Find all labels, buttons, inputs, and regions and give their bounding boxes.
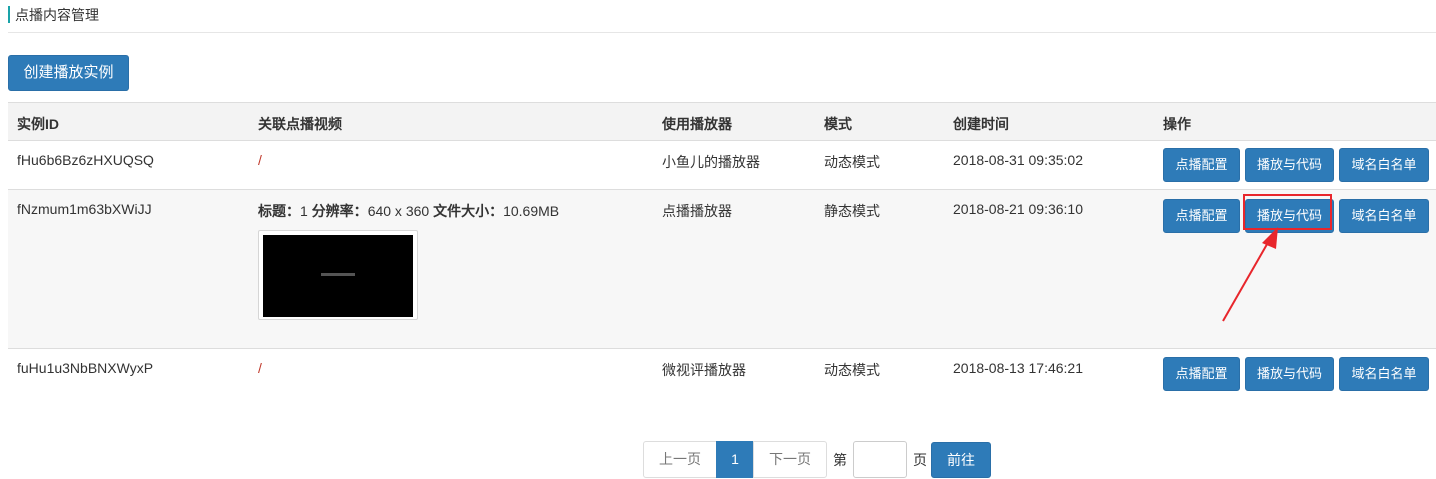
table-row: fHu6b6Bz6zHXUQSQ / 小鱼儿的播放器 动态模式 2018-08-… xyxy=(8,141,1436,190)
video-thumbnail[interactable] xyxy=(258,230,418,320)
mode: 静态模式 xyxy=(824,203,880,219)
created-time: 2018-08-13 17:46:21 xyxy=(953,360,1083,376)
header-linked-video: 关联点播视频 xyxy=(258,116,342,132)
vod-config-button[interactable]: 点播配置 xyxy=(1163,148,1240,182)
goto-prefix: 第 xyxy=(833,452,847,468)
linked-video: / xyxy=(258,360,262,376)
size-value: 10.69MB xyxy=(503,203,560,219)
thumbnail-caption xyxy=(321,273,355,276)
title-label: 标题： xyxy=(258,203,300,219)
title-value: 1 xyxy=(300,203,308,219)
header-instance-id: 实例ID xyxy=(17,116,59,132)
player-name: 小鱼儿的播放器 xyxy=(662,154,760,170)
domain-whitelist-button[interactable]: 域名白名单 xyxy=(1339,357,1429,391)
mode: 动态模式 xyxy=(824,362,880,378)
header-actions: 操作 xyxy=(1163,116,1191,132)
goto-suffix: 页 xyxy=(913,452,927,468)
domain-whitelist-button[interactable]: 域名白名单 xyxy=(1339,148,1429,182)
vod-config-button[interactable]: 点播配置 xyxy=(1163,357,1240,391)
page-header: 点播内容管理 xyxy=(8,4,1436,33)
prev-page-button[interactable]: 上一页 xyxy=(643,441,717,478)
domain-whitelist-button[interactable]: 域名白名单 xyxy=(1339,199,1429,233)
linked-video: / xyxy=(258,152,262,168)
page-title: 点播内容管理 xyxy=(15,7,99,23)
resolution-label: 分辨率： xyxy=(311,203,368,219)
instance-id: fHu6b6Bz6zHXUQSQ xyxy=(17,152,154,168)
play-code-button[interactable]: 播放与代码 xyxy=(1245,148,1334,182)
thumbnail-screen xyxy=(263,235,413,317)
header-accent-bar xyxy=(8,6,10,23)
video-info: 标题：1 分辨率：640 x 360 文件大小：10.69MB xyxy=(258,201,559,221)
resolution-value: 640 x 360 xyxy=(367,203,430,219)
current-page[interactable]: 1 xyxy=(716,441,754,478)
mode: 动态模式 xyxy=(824,154,880,170)
created-time: 2018-08-21 09:36:10 xyxy=(953,201,1083,217)
size-label: 文件大小： xyxy=(433,203,504,219)
next-page-button[interactable]: 下一页 xyxy=(753,441,827,478)
play-code-button[interactable]: 播放与代码 xyxy=(1245,357,1334,391)
header-player: 使用播放器 xyxy=(662,116,732,132)
instance-id: fNzmum1m63bXWiJJ xyxy=(17,201,152,217)
header-mode: 模式 xyxy=(824,116,852,132)
go-button[interactable]: 前往 xyxy=(931,442,991,478)
table-row: fuHu1u3NbBNXWyxP / 微视评播放器 动态模式 2018-08-1… xyxy=(8,349,1436,399)
player-name: 点播播放器 xyxy=(662,203,732,219)
instance-id: fuHu1u3NbBNXWyxP xyxy=(17,360,154,376)
annotation-arrow-icon xyxy=(1222,227,1278,322)
header-created-time: 创建时间 xyxy=(953,116,1009,132)
create-instance-button[interactable]: 创建播放实例 xyxy=(8,55,129,91)
created-time: 2018-08-31 09:35:02 xyxy=(953,152,1083,168)
page-number-input[interactable] xyxy=(853,441,907,478)
player-name: 微视评播放器 xyxy=(662,362,746,378)
table-header: 实例ID 关联点播视频 使用播放器 模式 创建时间 操作 xyxy=(8,102,1436,141)
